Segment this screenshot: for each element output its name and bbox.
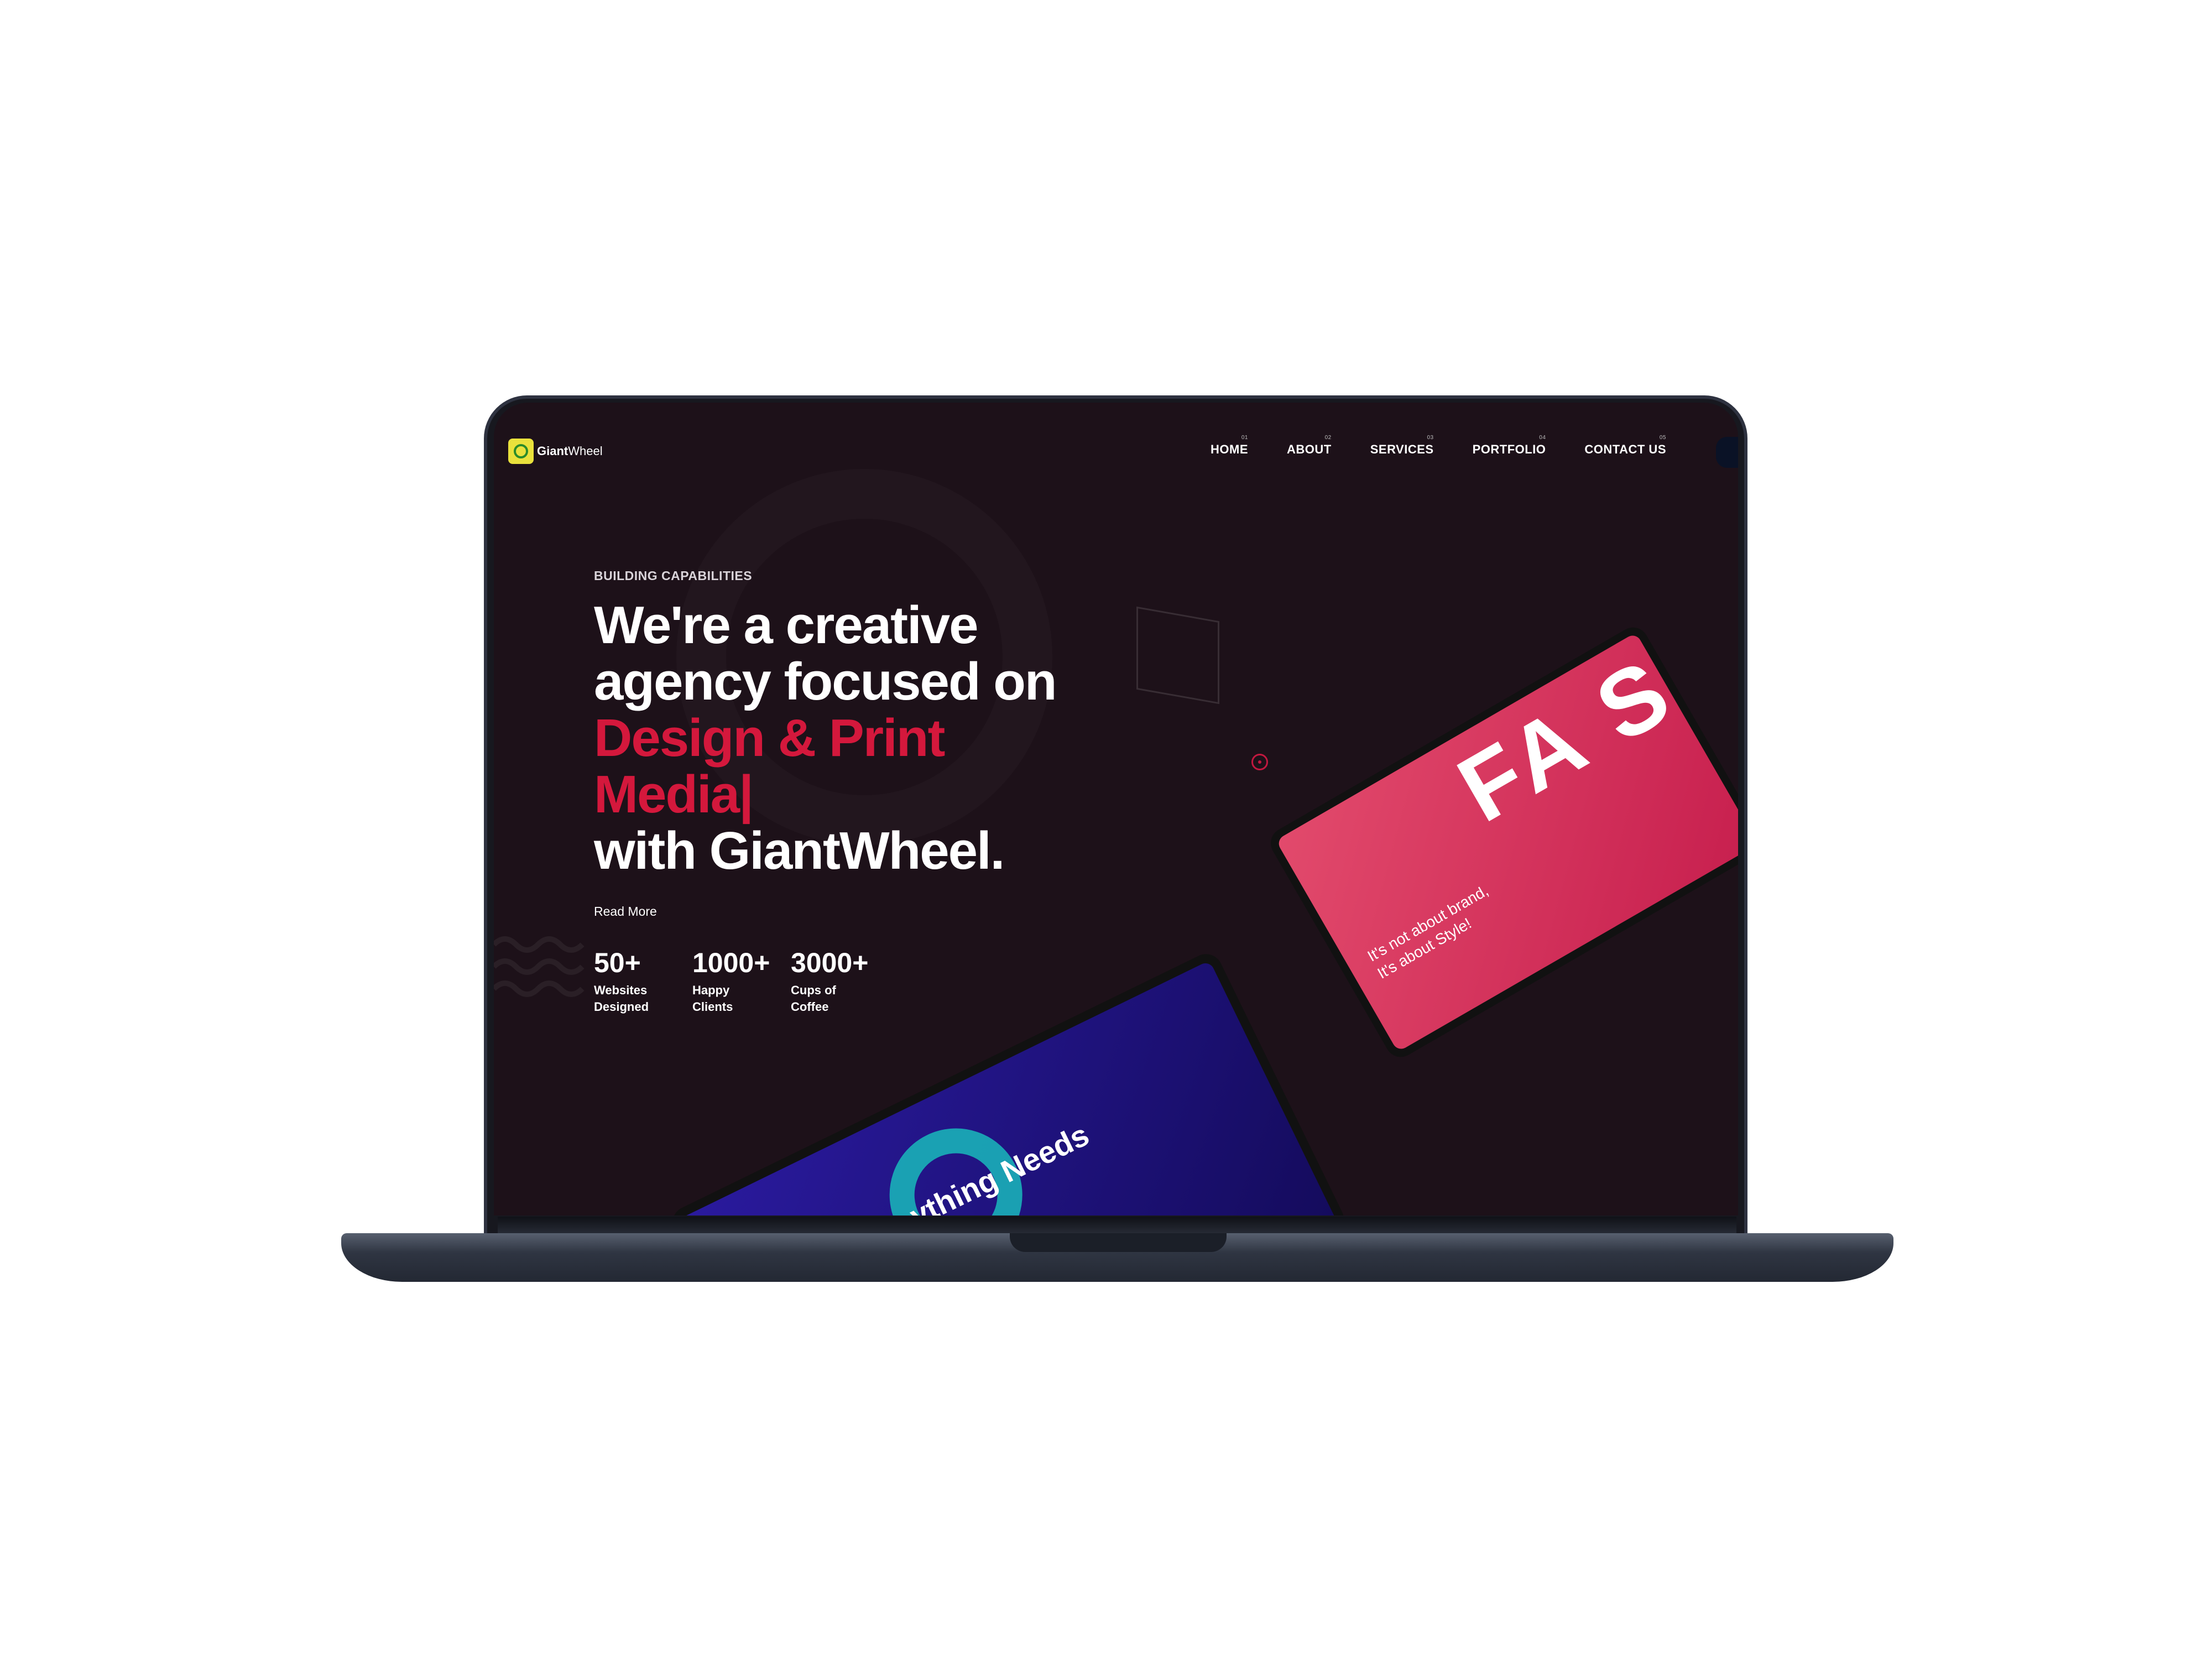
nav-about[interactable]: 02 ABOUT [1287, 435, 1332, 457]
fashion-mockup-title: FA S [1441, 637, 1691, 842]
nav-label: PORTFOLIO [1472, 442, 1546, 456]
headline-highlight-2: Media| [594, 765, 754, 824]
stat-coffee: 3000+ Cups of Coffee [791, 947, 889, 1015]
headline-highlight-1: Design & Print [594, 708, 945, 768]
hero-section: BUILDING CAPABILITIES We're a creative a… [594, 568, 1057, 1015]
nav-services[interactable]: 03 SERVICES [1370, 435, 1434, 457]
decorative-cube [1136, 606, 1219, 705]
headline-line-2: agency focused on [594, 652, 1057, 711]
nav-num: 02 [1324, 435, 1332, 441]
stat-websites: 50+ Websites Designed [594, 947, 692, 1015]
nav-portfolio[interactable]: 04 PORTFOLIO [1472, 435, 1546, 457]
portfolio-mockup-fashion: FA S It's not about brand, It's about Sty… [1265, 622, 1738, 1063]
nav-num: 05 [1659, 435, 1666, 441]
logo-name-light: Wheel [568, 444, 603, 458]
laptop-hinge [498, 1217, 1736, 1233]
stat-label: Websites Designed [594, 983, 649, 1014]
nav-home[interactable]: 01 HOME [1211, 435, 1248, 457]
stat-value: 3000+ [791, 947, 869, 978]
stat-value: 1000+ [692, 947, 770, 978]
nav-side-button[interactable] [1716, 437, 1738, 468]
hero-headline: We're a creative agency focused on Desig… [594, 596, 1057, 880]
headline-line-3: with GiantWheel. [594, 821, 1005, 880]
nav-label: CONTACT US [1584, 442, 1666, 456]
stat-label: Happy Clients [692, 983, 733, 1014]
main-nav: 01 HOME 02 ABOUT 03 SERVICES 04 PORTFOLIO 05… [1211, 435, 1666, 457]
laptop-notch [1010, 1233, 1227, 1252]
logo[interactable]: GiantWheel [508, 439, 603, 464]
nav-label: SERVICES [1370, 442, 1434, 456]
laptop-screen: GiantWheel 01 HOME 02 ABOUT 03 SERVICES 04 P… [494, 403, 1738, 1215]
read-more-link[interactable]: Read More [594, 904, 657, 919]
stat-clients: 1000+ Happy Clients [692, 947, 791, 1015]
stat-label: Cups of Coffee [791, 983, 836, 1014]
nav-num: 04 [1539, 435, 1546, 441]
logo-icon [508, 439, 534, 464]
logo-name-bold: Giant [537, 444, 568, 458]
nav-label: HOME [1211, 442, 1248, 456]
nav-num: 01 [1241, 435, 1248, 441]
nav-num: 03 [1427, 435, 1434, 441]
decorative-wave [494, 936, 585, 997]
stat-value: 50+ [594, 947, 641, 978]
hero-eyebrow: BUILDING CAPABILITIES [594, 568, 753, 583]
headline-line-1: We're a creative [594, 596, 979, 655]
nav-contact[interactable]: 05 CONTACT US [1584, 435, 1666, 457]
decorative-dot [1251, 754, 1268, 770]
nav-label: ABOUT [1287, 442, 1332, 456]
stats-row: 50+ Websites Designed 1000+ Happy Clients … [594, 947, 1056, 1015]
fashion-mockup-tagline: It's not about brand, It's about Style! [1364, 881, 1491, 982]
